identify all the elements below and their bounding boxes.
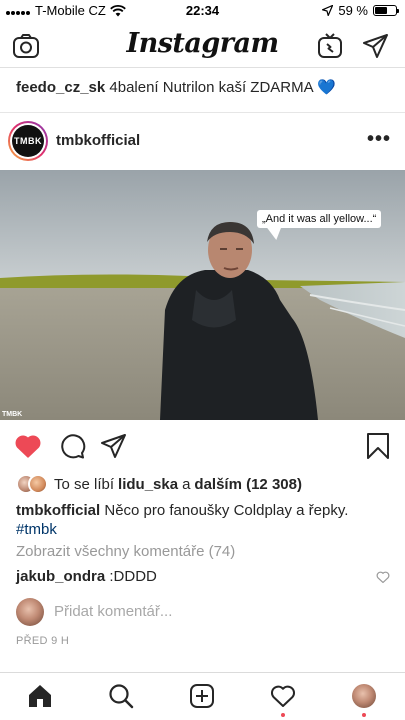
- post-actions: [0, 428, 405, 464]
- caption-text: Něco pro fanoušky Coldplay a řepky.: [104, 502, 349, 519]
- comment-text: :DDDD: [109, 568, 157, 585]
- speech-bubble: „And it was all yellow...“: [257, 210, 382, 228]
- search-icon[interactable]: [108, 683, 134, 709]
- comment-item: jakub_ondra :DDDD: [16, 568, 157, 585]
- post-header: TMBK tmbkofficial •••: [0, 118, 405, 168]
- status-right: 59 %: [322, 3, 399, 18]
- battery-icon: [373, 5, 399, 16]
- comment-username[interactable]: jakub_ondra: [16, 568, 105, 585]
- likes-others[interactable]: dalším (12 308): [194, 476, 302, 493]
- likes-user[interactable]: lidu_ska: [118, 476, 178, 493]
- my-avatar: [16, 598, 44, 626]
- promo-text: 4balení Nutrilon kaší ZDARMA 💙: [109, 79, 336, 96]
- likes-prefix: To se líbí: [54, 475, 115, 493]
- bookmark-icon[interactable]: [364, 432, 392, 460]
- add-comment-row[interactable]: Přidat komentář...: [16, 598, 396, 626]
- post-photo[interactable]: „And it was all yellow...“ TMBK: [0, 170, 405, 420]
- photo-watermark: TMBK: [2, 411, 23, 418]
- promo-line[interactable]: feedo_cz_sk 4balení Nutrilon kaší ZDARMA…: [16, 78, 395, 96]
- photo-scene: [0, 170, 405, 420]
- location-arrow-icon: [322, 5, 334, 16]
- liker-avatar: [28, 474, 48, 494]
- profile-tab-avatar[interactable]: [352, 684, 376, 708]
- promo-username[interactable]: feedo_cz_sk: [16, 79, 105, 96]
- app-logo: Instagram: [126, 28, 279, 59]
- comment-icon[interactable]: [58, 432, 86, 460]
- avatar-logo-text: TMBK: [12, 125, 44, 157]
- app-header: Instagram: [0, 22, 405, 68]
- post-avatar[interactable]: TMBK: [8, 121, 48, 161]
- activity-heart-icon[interactable]: [270, 683, 296, 709]
- post-caption: tmbkofficial Něco pro fanoušky Coldplay …: [16, 501, 393, 539]
- add-comment-input[interactable]: Přidat komentář...: [54, 603, 172, 620]
- likes-line[interactable]: To se líbí lidu_ska a dalším (12 308): [16, 474, 302, 494]
- caption-username[interactable]: tmbkofficial: [16, 502, 100, 519]
- view-all-comments-link[interactable]: Zobrazit všechny komentáře (74): [16, 543, 235, 560]
- tab-bar: [0, 672, 405, 720]
- share-icon[interactable]: [100, 432, 128, 460]
- like-heart-icon[interactable]: [14, 432, 42, 460]
- activity-notification-dot: [281, 713, 285, 717]
- more-options-icon[interactable]: •••: [367, 128, 391, 151]
- new-post-icon[interactable]: [189, 683, 215, 709]
- status-bar: T-Mobile CZ 22:34 59 %: [0, 0, 405, 22]
- profile-notification-dot: [362, 713, 366, 717]
- caption-hashtag[interactable]: #tmbk: [16, 521, 57, 538]
- likes-joiner: a: [182, 475, 191, 493]
- divider: [0, 112, 405, 113]
- post-timestamp: PŘED 9 H: [16, 635, 70, 647]
- battery-percent: 59 %: [338, 3, 368, 18]
- direct-message-icon[interactable]: [362, 32, 390, 60]
- igtv-icon[interactable]: [316, 32, 344, 60]
- comment-like-icon[interactable]: [376, 570, 390, 584]
- post-username[interactable]: tmbkofficial: [56, 132, 140, 149]
- home-icon[interactable]: [27, 683, 53, 709]
